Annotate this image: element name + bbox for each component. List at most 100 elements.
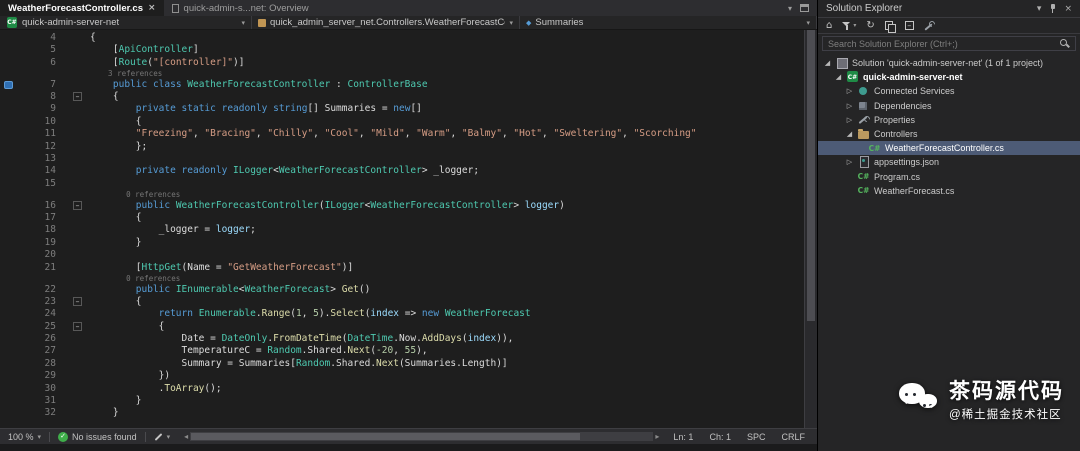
close-tab-icon[interactable]: × [148, 3, 156, 13]
breakpoint-margin[interactable] [0, 141, 16, 153]
tree-item-dependencies[interactable]: ▷ Dependencies [818, 99, 1080, 113]
code-line[interactable]: 22 public IEnumerable<WeatherForecast> G… [0, 284, 817, 296]
issues-indicator[interactable]: ✓ No issues found [58, 431, 137, 442]
breakpoint-margin[interactable] [0, 178, 16, 190]
breakpoint-margin[interactable] [0, 284, 16, 296]
tree-collapse-arrow-icon[interactable]: ◢ [844, 130, 855, 138]
code-line[interactable]: 30 .ToArray(); [0, 383, 817, 395]
scrollbar-thumb[interactable] [191, 433, 581, 440]
tree-expand-arrow-icon[interactable]: ▷ [844, 102, 855, 110]
tree-collapse-arrow-icon[interactable]: ◢ [833, 73, 844, 81]
tree-item-weatherforecast-cs[interactable]: C# WeatherForecast.cs [818, 184, 1080, 198]
code-line[interactable]: 25 – { [0, 321, 817, 333]
line-indicator[interactable]: Ln: 1 [673, 432, 693, 442]
tree-item-quick-admin-server-net[interactable]: ◢ C# quick-admin-server-net [818, 70, 1080, 84]
code-line[interactable]: 12 }; [0, 141, 817, 153]
code-line[interactable]: 23 – { [0, 296, 817, 308]
window-layout-icon[interactable] [800, 4, 809, 12]
code-line[interactable]: 21 [HttpGet(Name = "GetWeatherForecast")… [0, 262, 817, 274]
code-line[interactable]: 17 { [0, 212, 817, 224]
fold-collapse-icon[interactable]: – [73, 321, 82, 331]
breakpoint-margin[interactable] [0, 165, 16, 177]
breakpoint-margin[interactable] [0, 91, 16, 103]
tree-item-solution-quick-admin-server-net-1-of-1-p[interactable]: ◢ Solution 'quick-admin-server-net' (1 of… [818, 56, 1080, 70]
code-line[interactable]: 14 private readonly ILogger<WeatherForec… [0, 165, 817, 177]
pin-icon[interactable] [1049, 4, 1056, 13]
scrollbar-thumb[interactable] [807, 30, 815, 321]
tab-weatherforecastcontroller-cs[interactable]: WeatherForecastController.cs × [0, 0, 164, 16]
breakpoint-margin[interactable] [0, 321, 16, 333]
show-all-files-icon[interactable] [884, 20, 896, 33]
breakpoint-margin[interactable] [0, 116, 16, 128]
code-line[interactable]: 28 Summary = Summaries[Random.Shared.Nex… [0, 358, 817, 370]
code-line[interactable]: 18 _logger = logger; [0, 224, 817, 236]
active-files-chevron-icon[interactable]: ▾ [788, 4, 792, 13]
fold-collapse-icon[interactable]: – [73, 200, 82, 210]
breakpoint-margin[interactable] [0, 383, 16, 395]
tree-item-properties[interactable]: ▷ Properties [818, 113, 1080, 127]
breakpoint-margin[interactable] [0, 296, 16, 308]
code-line[interactable]: 31 } [0, 395, 817, 407]
breakpoint-margin[interactable] [0, 57, 16, 69]
breakpoint-margin[interactable] [0, 333, 16, 345]
search-icon[interactable] [1060, 39, 1070, 49]
code-line[interactable]: 13 [0, 153, 817, 165]
code-line[interactable]: 5 [ApiController] [0, 44, 817, 56]
tree-item-connected-services[interactable]: ▷ Connected Services [818, 84, 1080, 98]
codelens-text[interactable]: 3 references [90, 69, 162, 79]
breakpoint-margin[interactable] [0, 262, 16, 274]
code-line[interactable]: 24 return Enumerable.Range(1, 5).Select(… [0, 308, 817, 320]
solution-search-input[interactable] [822, 36, 1076, 51]
breakpoint-margin[interactable] [0, 358, 16, 370]
codelens-references[interactable]: 0 references [0, 190, 817, 200]
member-dropdown[interactable]: ◆ Summaries ▾ [520, 16, 817, 29]
filter-icon[interactable]: ▾ [842, 21, 856, 30]
code-line[interactable]: 7 public class WeatherForecastController… [0, 79, 817, 91]
tree-expand-arrow-icon[interactable]: ▷ [844, 158, 855, 166]
tree-item-weatherforecastcontroller-cs[interactable]: C# WeatherForecastController.cs [818, 141, 1080, 156]
tree-item-program-cs[interactable]: C# Program.cs [818, 170, 1080, 184]
code-lines[interactable]: 4{5 [ApiController] 6 [Route("[controller… [0, 30, 817, 420]
code-line[interactable]: 19 } [0, 237, 817, 249]
vertical-scrollbar[interactable] [804, 30, 817, 428]
scrollbar-track[interactable] [190, 432, 654, 441]
breakpoint-margin[interactable] [0, 224, 16, 236]
tree-item-controllers[interactable]: ◢ Controllers [818, 127, 1080, 141]
breakpoint-margin[interactable] [0, 370, 16, 382]
fold-collapse-icon[interactable]: – [73, 296, 82, 306]
breakpoint-margin[interactable] [0, 153, 16, 165]
breakpoint-margin[interactable] [0, 44, 16, 56]
project-dropdown[interactable]: C# quick-admin-server-net ▾ [0, 16, 252, 29]
breakpoint-margin[interactable] [0, 407, 16, 419]
code-line[interactable]: 26 Date = DateOnly.FromDateTime(DateTime… [0, 333, 817, 345]
tree-item-appsettings-json[interactable]: ▷ appsettings.json [818, 155, 1080, 169]
code-line[interactable]: 11 "Freezing", "Bracing", "Chilly", "Coo… [0, 128, 817, 140]
breakpoint-margin[interactable] [0, 308, 16, 320]
code-line[interactable]: 10 { [0, 116, 817, 128]
code-line[interactable]: 16 – public WeatherForecastController(ILo… [0, 200, 817, 212]
column-indicator[interactable]: Ch: 1 [709, 432, 731, 442]
close-panel-icon[interactable]: × [1064, 4, 1072, 14]
code-line[interactable]: 29 }) [0, 370, 817, 382]
codelens-text[interactable]: 0 references [90, 274, 180, 284]
indent-mode[interactable]: SPC [747, 432, 766, 442]
tab-project-overview[interactable]: quick-admin-s...net: Overview [164, 0, 317, 16]
codelens-text[interactable]: 0 references [90, 190, 180, 200]
breakpoint-margin[interactable] [0, 103, 16, 115]
codelens-references[interactable]: 3 references [0, 69, 817, 79]
edit-tracker-control[interactable]: ▾ [154, 433, 170, 441]
sync-icon[interactable]: ↻ [866, 20, 874, 31]
code-line[interactable]: 27 TemperatureC = Random.Shared.Next(-20… [0, 345, 817, 357]
chevron-down-icon[interactable]: ▾ [1037, 4, 1042, 14]
fold-collapse-icon[interactable]: – [73, 92, 82, 102]
breakpoint-margin[interactable] [0, 79, 16, 91]
breakpoint-margin[interactable] [0, 128, 16, 140]
breakpoint-margin[interactable] [0, 200, 16, 212]
scroll-left-icon[interactable]: ◂ [184, 432, 188, 441]
code-line[interactable]: 6 [Route("[controller]")] [0, 57, 817, 69]
tree-collapse-arrow-icon[interactable]: ◢ [822, 59, 833, 67]
code-editor[interactable]: 4{5 [ApiController] 6 [Route("[controller… [0, 30, 817, 428]
scroll-right-icon[interactable]: ▸ [655, 432, 659, 441]
codelens-references[interactable]: 0 references [0, 274, 817, 284]
code-line[interactable]: 32 } [0, 407, 817, 419]
